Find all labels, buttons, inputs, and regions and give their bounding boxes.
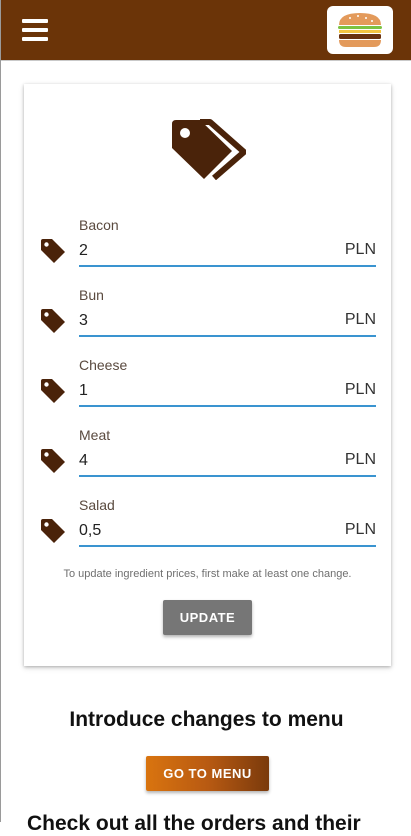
currency-unit: PLN	[344, 521, 376, 538]
update-hint-text: To update ingredient prices, first make …	[63, 568, 352, 580]
input-underline	[79, 405, 376, 407]
cheese-price-input[interactable]	[79, 378, 339, 404]
input-underline	[79, 335, 376, 337]
currency-unit: PLN	[344, 381, 376, 398]
ingredient-prices-card: Bacon PLN Bun PLN Cheese PLN Meat PLN	[24, 84, 391, 666]
field-label-bacon: Bacon	[79, 217, 119, 233]
go-to-menu-button[interactable]: GO TO MENU	[146, 756, 269, 791]
top-app-bar	[1, 0, 411, 61]
field-label-bun: Bun	[79, 287, 104, 303]
menu-section-title: Introduce changes to menu	[69, 708, 344, 731]
field-label-salad: Salad	[79, 497, 115, 513]
bacon-price-input[interactable]	[79, 238, 339, 264]
price-tag-icon	[39, 377, 67, 410]
price-tags-icon	[170, 118, 247, 185]
burger-logo-icon[interactable]	[327, 6, 393, 54]
ingredient-price-field: Meat PLN	[24, 427, 391, 487]
salad-price-input[interactable]	[79, 518, 339, 544]
currency-unit: PLN	[344, 241, 376, 258]
update-button[interactable]: UPDATE	[163, 600, 252, 635]
orders-section-title: Check out all the orders and their	[27, 812, 361, 835]
currency-unit: PLN	[344, 451, 376, 468]
ingredient-price-field: Salad PLN	[24, 497, 391, 557]
ingredient-price-field: Bacon PLN	[24, 217, 391, 277]
meat-price-input[interactable]	[79, 448, 339, 474]
price-tag-icon	[39, 447, 67, 480]
price-tag-icon	[39, 237, 67, 270]
input-underline	[79, 545, 376, 547]
hamburger-menu-icon[interactable]	[22, 19, 48, 41]
input-underline	[79, 475, 376, 477]
price-tag-icon	[39, 307, 67, 340]
ingredient-price-field: Cheese PLN	[24, 357, 391, 417]
input-underline	[79, 265, 376, 267]
currency-unit: PLN	[344, 311, 376, 328]
field-label-cheese: Cheese	[79, 357, 128, 373]
ingredient-price-field: Bun PLN	[24, 287, 391, 347]
bun-price-input[interactable]	[79, 308, 339, 334]
field-label-meat: Meat	[79, 427, 111, 443]
price-tag-icon	[39, 517, 67, 550]
